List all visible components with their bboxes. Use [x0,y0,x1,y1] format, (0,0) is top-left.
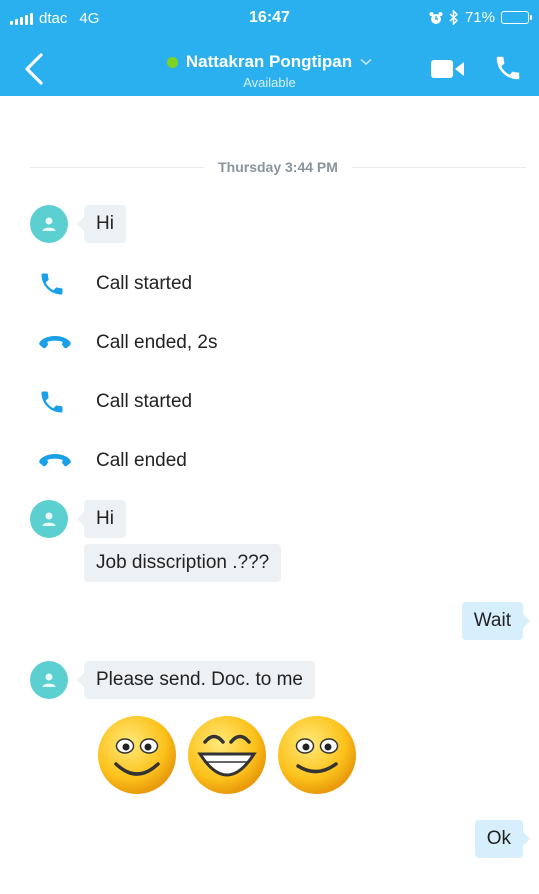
carrier-info: dtac 4G [10,10,99,27]
contact-avatar[interactable] [30,500,68,538]
phone-icon [41,391,63,413]
call-event-row: Call ended [38,446,187,476]
phone-hangup-icon [39,454,71,467]
chevron-down-icon [360,58,372,66]
incoming-message[interactable]: Hi [77,500,126,538]
incoming-message[interactable]: Please send. Doc. to me [77,661,315,699]
call-event-row: Call ended, 2s [38,328,217,358]
outgoing-message[interactable]: Ok [474,820,531,858]
status-icons: 71% [429,9,532,26]
alarm-icon [429,11,443,24]
emoticon-message[interactable] [96,714,358,796]
battery-icon [501,11,532,24]
person-icon [42,217,56,231]
incoming-message[interactable]: Hi [77,205,126,243]
date-divider-label: Thursday 3:44 PM [218,159,338,175]
status-bar: dtac 4G 16:47 71% [0,0,539,34]
audio-call-button[interactable] [493,53,523,83]
carrier-name: dtac [39,10,68,27]
outgoing-message[interactable]: Wait [461,602,531,640]
date-divider: Thursday 3:44 PM [30,158,527,176]
video-call-button[interactable] [431,58,465,80]
laugh-emoji-icon [188,716,266,794]
smile-emoji-icon [278,716,356,794]
contact-name: Nattakran Pongtipan [185,52,353,71]
smile-emoji-icon [98,716,176,794]
network-type: 4G [79,10,100,27]
call-event-label: Call started [96,273,193,294]
signal-strength-icon [10,12,33,25]
call-event-row: Call started [38,269,192,299]
phone-icon [496,56,520,80]
call-event-row: Call started [38,387,192,417]
presence-indicator [166,56,178,68]
phone-hangup-icon [39,336,71,349]
call-event-label: Call ended, 2s [96,332,218,353]
person-icon [42,512,56,526]
contact-name-button[interactable]: Nattakran Pongtipan [166,52,372,72]
contact-avatar[interactable] [30,661,68,699]
call-event-label: Call ended [96,450,187,471]
divider-line [30,166,205,168]
contact-avatar[interactable] [30,205,68,243]
chat-header: dtac 4G 16:47 71% Nattakran Pongtipan Av… [0,0,539,96]
divider-line [351,166,527,168]
incoming-message[interactable]: Job disscription .??? [84,544,282,582]
battery-percent: 71% [464,9,495,26]
phone-icon [41,273,63,295]
video-camera-icon [431,60,464,78]
bluetooth-icon [449,10,459,25]
person-icon [42,673,56,687]
call-event-label: Call started [96,391,193,412]
